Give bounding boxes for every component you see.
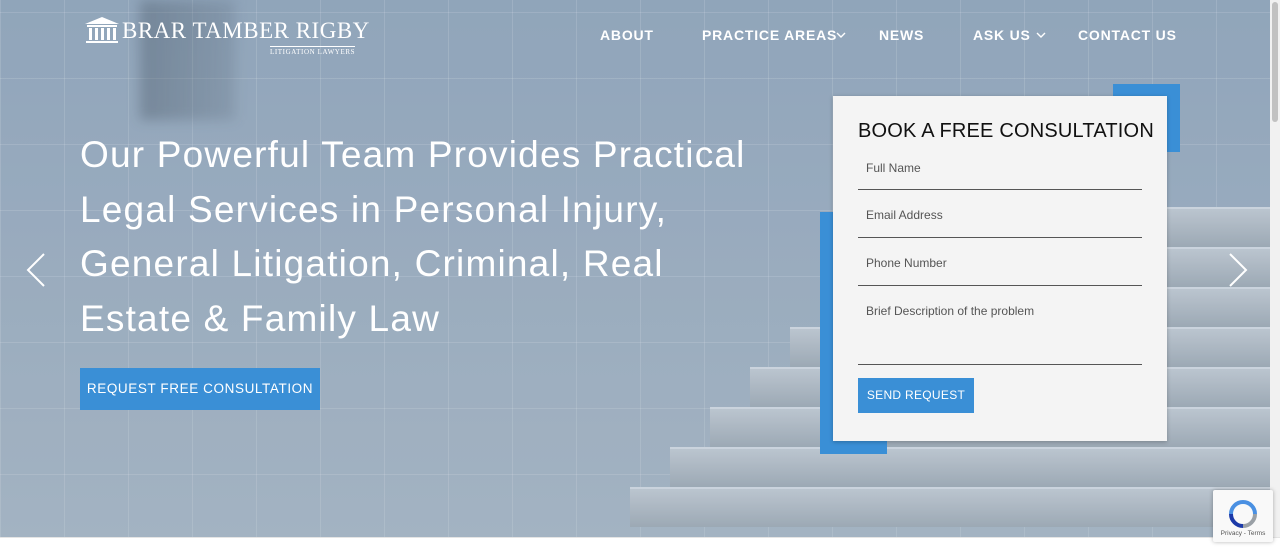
request-consultation-button[interactable]: REQUEST FREE CONSULTATION [80, 368, 320, 410]
logo-name: BRAR TAMBER RIGBY [122, 18, 370, 43]
phone-placeholder: Phone Number [866, 256, 947, 270]
nav-about[interactable]: ABOUT [600, 27, 654, 45]
chevron-right-icon[interactable] [1226, 252, 1250, 288]
chevron-down-icon[interactable] [836, 31, 846, 39]
hero-banner: BRAR TAMBER RIGBY LITIGATION LAWYERS ABO… [0, 0, 1270, 537]
nav-news[interactable]: NEWS [879, 27, 924, 45]
scrollbar-thumb[interactable] [1272, 2, 1278, 122]
phone-field[interactable]: Phone Number [858, 248, 1142, 286]
pillars-logo-icon [85, 17, 119, 43]
chevron-down-icon[interactable] [1036, 31, 1046, 39]
nav-ask-us[interactable]: ASK US [973, 27, 1031, 45]
email-field[interactable]: Email Address [858, 200, 1142, 238]
chevron-left-icon[interactable] [24, 252, 48, 288]
hero-headline: Our Powerful Team Provides Practical Leg… [80, 134, 746, 339]
recaptcha-links[interactable]: Privacy - Terms [1213, 530, 1273, 537]
page-bottom-strip [0, 537, 1280, 549]
email-placeholder: Email Address [866, 208, 943, 222]
logo-tagline: LITIGATION LAWYERS [270, 46, 356, 56]
form-title: BOOK A FREE CONSULTATION [858, 120, 1154, 142]
recaptcha-badge[interactable]: Privacy - Terms [1213, 490, 1273, 542]
consultation-form-card: BOOK A FREE CONSULTATION Full Name Email… [833, 96, 1167, 441]
recaptcha-icon [1229, 500, 1257, 528]
full-name-placeholder: Full Name [866, 161, 921, 175]
full-name-field[interactable]: Full Name [858, 152, 1142, 190]
description-field[interactable]: Brief Description of the problem [858, 296, 1142, 365]
nav-practice-areas[interactable]: PRACTICE AREAS [702, 27, 837, 45]
nav-contact-us[interactable]: CONTACT US [1078, 27, 1177, 45]
send-request-button[interactable]: SEND REQUEST [858, 378, 974, 413]
description-placeholder: Brief Description of the problem [866, 304, 1035, 318]
page-scrollbar[interactable] [1270, 0, 1280, 537]
